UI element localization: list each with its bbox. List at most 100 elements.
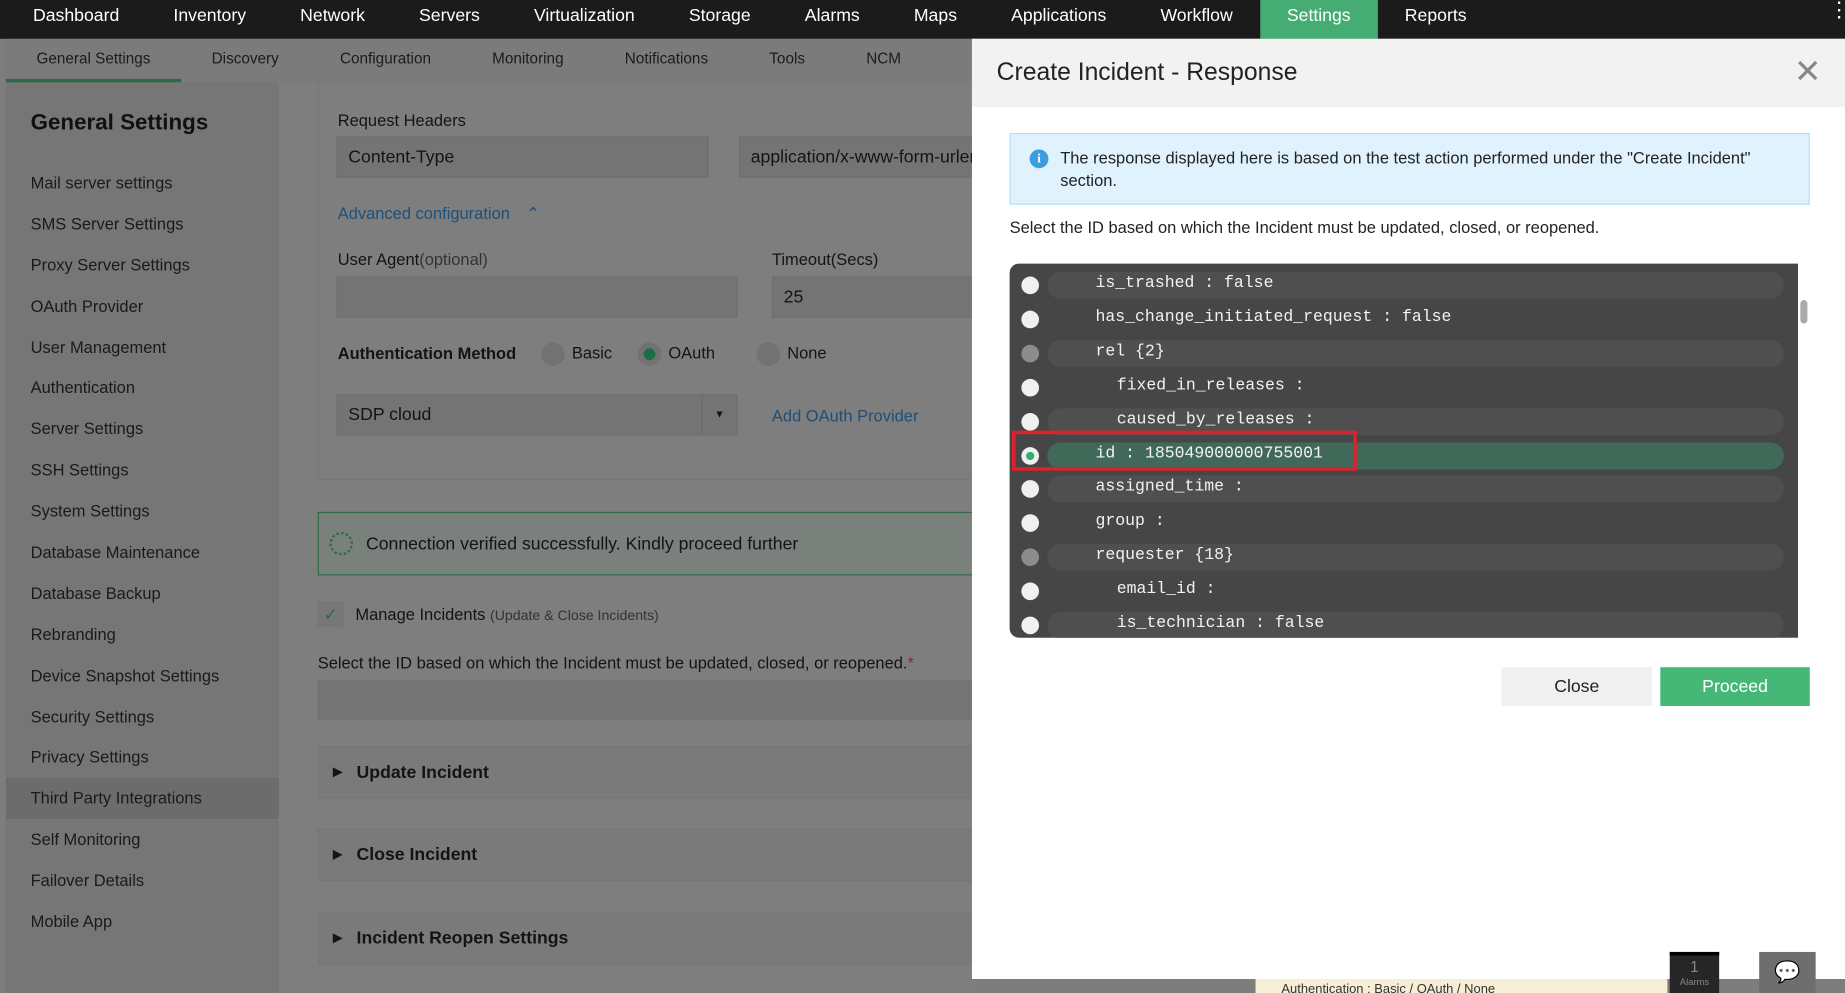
sidebar-item[interactable]: Third Party Integrations: [5, 778, 279, 820]
required-mark: *: [907, 653, 914, 672]
sidebar-item[interactable]: Database Maintenance: [6, 532, 279, 573]
timeout-input[interactable]: 25: [771, 276, 984, 318]
info-banner: i The response displayed here is based o…: [1009, 132, 1810, 205]
response-row[interactable]: rel {2}: [1010, 336, 1798, 370]
alarms-label: Alarms: [1679, 976, 1710, 988]
sidebar-item[interactable]: Mail server settings: [6, 162, 279, 203]
advanced-config-link[interactable]: Advanced configuration ⌃: [338, 204, 540, 224]
sidebar-item[interactable]: Rebranding: [6, 614, 279, 655]
sidebar-item[interactable]: Database Backup: [6, 573, 279, 614]
nav-servers[interactable]: Servers: [392, 0, 507, 39]
manage-text: Manage Incidents: [355, 604, 486, 624]
response-row[interactable]: fixed_in_releases :: [1010, 370, 1798, 404]
radio-none-circle[interactable]: [756, 342, 781, 366]
subnav-monitoring[interactable]: Monitoring: [462, 39, 595, 83]
caret-right-icon: ▶: [333, 848, 343, 862]
manage-incidents-checkbox[interactable]: ✓: [317, 601, 344, 628]
subnav-tools[interactable]: Tools: [739, 39, 836, 83]
radio-oauth-circle[interactable]: [637, 342, 662, 366]
update-incident-section[interactable]: ▶ Update Incident: [317, 746, 977, 799]
row-text: rel {2}: [1095, 342, 1165, 362]
highlight-box: [1011, 430, 1357, 471]
sidebar-item[interactable]: Failover Details: [6, 860, 279, 901]
sidebar-item[interactable]: Privacy Settings: [6, 737, 279, 778]
radio-none[interactable]: None: [756, 342, 827, 366]
close-icon[interactable]: ✕: [1794, 55, 1822, 88]
response-row[interactable]: is_trashed : false: [1010, 268, 1798, 302]
add-oauth-provider-link[interactable]: Add OAuth Provider: [772, 406, 919, 425]
nav-inventory[interactable]: Inventory: [146, 0, 273, 39]
sidebar-item[interactable]: Proxy Server Settings: [6, 244, 279, 285]
row-radio[interactable]: [1021, 378, 1040, 397]
sidebar-item[interactable]: Mobile App: [6, 901, 279, 942]
sidebar-item[interactable]: OAuth Provider: [6, 286, 279, 327]
caret-right-icon: ▶: [333, 931, 343, 945]
header-key-input[interactable]: Content-Type: [336, 136, 709, 178]
row-radio[interactable]: [1021, 480, 1040, 499]
manage-sub-text: (Update & Close Incidents): [490, 607, 659, 624]
subnav-general-settings[interactable]: General Settings: [5, 39, 182, 83]
optional-text: (optional): [419, 249, 488, 269]
response-row[interactable]: assigned_time :: [1010, 472, 1798, 506]
response-row[interactable]: group :: [1010, 506, 1798, 540]
radio-basic-circle[interactable]: [541, 342, 565, 366]
radio-basic-label: Basic: [571, 343, 613, 363]
nav-workflow[interactable]: Workflow: [1133, 0, 1259, 39]
close-incident-section[interactable]: ▶ Close Incident: [317, 828, 977, 882]
nav-alarms[interactable]: Alarms: [778, 0, 887, 39]
subnav-notifications[interactable]: Notifications: [594, 39, 739, 83]
radio-basic[interactable]: Basic: [541, 342, 612, 366]
row-radio[interactable]: [1021, 412, 1040, 431]
response-row[interactable]: email_id :: [1010, 574, 1798, 608]
user-agent-input[interactable]: [336, 276, 738, 318]
oauth-provider-select[interactable]: SDP cloud ▼: [336, 394, 738, 436]
subnav-ncm[interactable]: NCM: [836, 39, 932, 83]
row-radio[interactable]: [1021, 276, 1040, 295]
nav-reports[interactable]: Reports: [1378, 0, 1494, 39]
row-radio[interactable]: [1021, 616, 1040, 635]
radio-oauth[interactable]: OAuth: [637, 342, 715, 366]
alarms-badge[interactable]: 1 Alarms: [1669, 951, 1720, 993]
sidebar-item[interactable]: System Settings: [6, 491, 279, 532]
close-button[interactable]: Close: [1501, 667, 1653, 707]
more-menu-icon[interactable]: ⋮: [1829, 0, 1845, 20]
reopen-settings-label: Incident Reopen Settings: [356, 928, 569, 949]
row-radio[interactable]: [1021, 310, 1040, 329]
nav-virtualization[interactable]: Virtualization: [507, 0, 662, 39]
reopen-settings-section[interactable]: ▶ Incident Reopen Settings: [317, 911, 977, 965]
sidebar-item[interactable]: User Management: [6, 327, 279, 368]
response-row[interactable]: is_technician : false: [1010, 608, 1798, 638]
subnav-configuration[interactable]: Configuration: [309, 39, 461, 83]
nav-settings[interactable]: Settings: [1259, 0, 1378, 39]
response-row[interactable]: has_change_initiated_request : false: [1010, 302, 1798, 336]
user-agent-text: User Agent: [337, 249, 420, 269]
sidebar-item[interactable]: Server Settings: [6, 409, 279, 450]
row-text: is_trashed : false: [1095, 274, 1274, 293]
sidebar: General Settings Mail server settings SMS…: [5, 82, 279, 993]
proceed-button[interactable]: Proceed: [1660, 667, 1810, 707]
chat-icon[interactable]: 💬: [1759, 951, 1816, 993]
sidebar-item[interactable]: SSH Settings: [6, 450, 279, 491]
select-id-input[interactable]: [317, 680, 977, 721]
row-radio[interactable]: [1021, 582, 1040, 601]
response-row[interactable]: requester {18}: [1010, 540, 1798, 574]
nav-storage[interactable]: Storage: [662, 0, 778, 39]
sidebar-item[interactable]: Device Snapshot Settings: [6, 655, 279, 696]
subnav-discovery[interactable]: Discovery: [181, 39, 309, 83]
request-headers-label: Request Headers: [337, 110, 466, 130]
nav-maps[interactable]: Maps: [887, 0, 984, 39]
row-radio[interactable]: [1021, 344, 1040, 363]
sidebar-item[interactable]: Self Monitoring: [6, 819, 279, 860]
update-incident-label: Update Incident: [356, 762, 489, 783]
sidebar-item[interactable]: SMS Server Settings: [6, 203, 279, 244]
row-radio[interactable]: [1021, 514, 1040, 533]
row-text: assigned_time :: [1095, 478, 1244, 498]
sidebar-item[interactable]: Authentication: [6, 368, 279, 409]
row-radio[interactable]: [1021, 548, 1040, 567]
header-value-input[interactable]: application/x-www-form-urlencoded: [738, 136, 987, 178]
nav-dashboard[interactable]: Dashboard: [6, 0, 146, 39]
scrollbar[interactable]: [1800, 300, 1808, 324]
nav-network[interactable]: Network: [273, 0, 392, 39]
nav-applications[interactable]: Applications: [984, 0, 1133, 39]
sidebar-item[interactable]: Security Settings: [6, 696, 279, 737]
